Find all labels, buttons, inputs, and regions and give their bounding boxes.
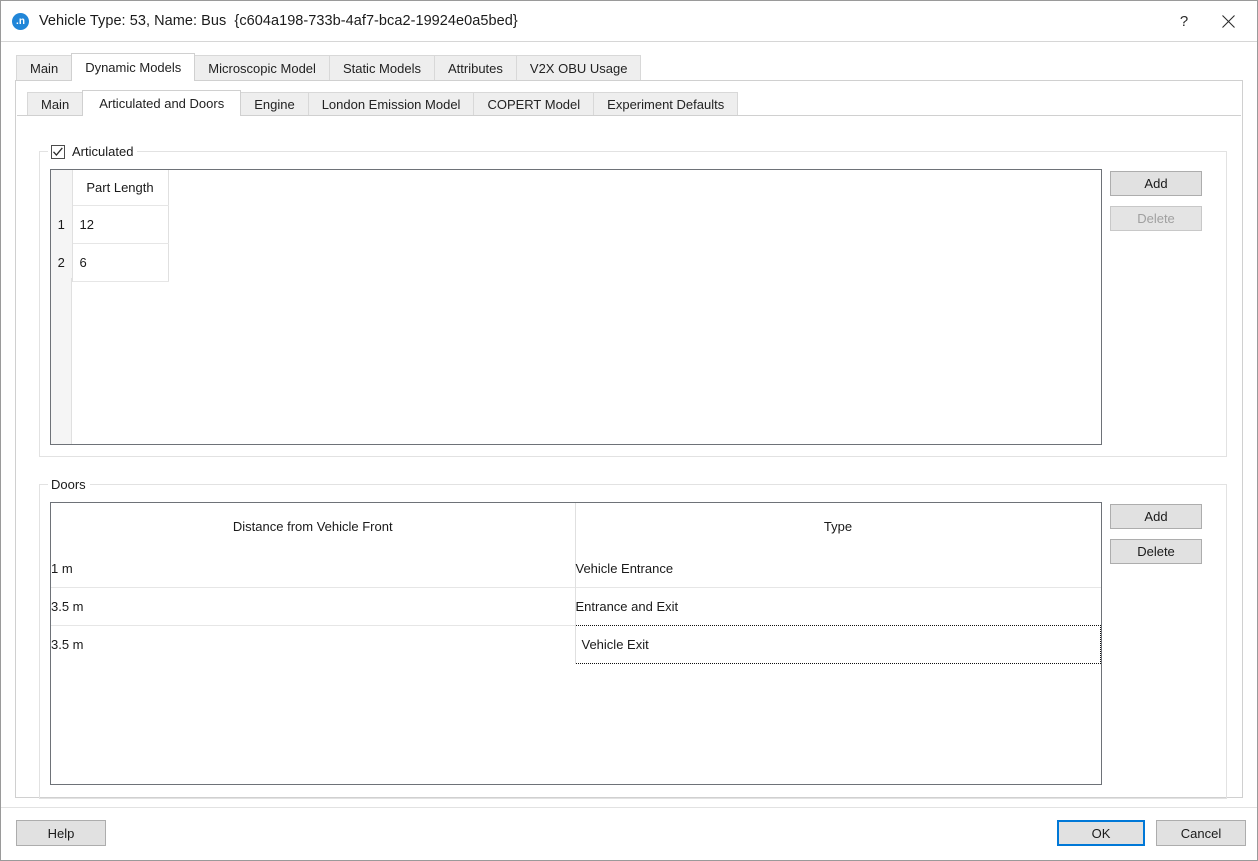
- window-controls: ?: [1163, 1, 1257, 41]
- ok-button[interactable]: OK: [1057, 820, 1145, 846]
- articulated-row-filler: [168, 244, 1101, 282]
- doors-type-cell[interactable]: Vehicle Entrance: [575, 550, 1101, 588]
- subtab-articulated-and-doors[interactable]: Articulated and Doors: [82, 90, 241, 116]
- subtab-experiment-defaults[interactable]: Experiment Defaults: [593, 92, 738, 116]
- window-title: Vehicle Type: 53, Name: Bus {c604a198-73…: [39, 13, 518, 29]
- articulated-col-blank: [168, 170, 1101, 206]
- doors-distance-cell[interactable]: 3.5 m: [51, 626, 575, 664]
- app-logo-glyph: .n: [12, 13, 29, 30]
- help-icon[interactable]: ?: [1163, 1, 1205, 41]
- app-logo-icon: .n: [12, 13, 29, 30]
- articulated-part-length-cell[interactable]: 12: [72, 206, 168, 244]
- articulated-corner-cell: [51, 170, 72, 206]
- doors-type-cell[interactable]: Vehicle Exit: [575, 626, 1101, 664]
- articulated-row-number: 1: [51, 206, 72, 244]
- table-row[interactable]: 3.5 m Vehicle Exit: [51, 626, 1101, 664]
- doors-table[interactable]: Distance from Vehicle Front Type 1 m Veh…: [50, 502, 1102, 785]
- doors-col-type[interactable]: Type: [575, 503, 1101, 550]
- doors-legend-label: Doors: [51, 477, 86, 492]
- subtab-engine[interactable]: Engine: [240, 92, 308, 116]
- dynamic-models-panel: Main Articulated and Doors Engine London…: [15, 80, 1243, 798]
- tab-dynamic-models[interactable]: Dynamic Models: [71, 53, 195, 81]
- table-row[interactable]: 2 6: [51, 244, 1101, 282]
- doors-add-button[interactable]: Add: [1110, 504, 1202, 529]
- articulated-table[interactable]: Part Length 1 12 2: [50, 169, 1102, 445]
- subtab-london-emission-model[interactable]: London Emission Model: [308, 92, 475, 116]
- cancel-button[interactable]: Cancel: [1156, 820, 1246, 846]
- articulated-add-button[interactable]: Add: [1110, 171, 1202, 196]
- close-icon[interactable]: [1205, 1, 1251, 41]
- articulated-delete-button: Delete: [1110, 206, 1202, 231]
- tab-main[interactable]: Main: [16, 55, 72, 81]
- doors-distance-cell[interactable]: 3.5 m: [51, 588, 575, 626]
- articulated-legend-label: Articulated: [72, 144, 133, 159]
- doors-delete-button[interactable]: Delete: [1110, 539, 1202, 564]
- tab-static-models[interactable]: Static Models: [329, 55, 435, 81]
- subtab-main[interactable]: Main: [27, 92, 83, 116]
- outer-tab-bar: Main Dynamic Models Microscopic Model St…: [1, 42, 1257, 81]
- help-button[interactable]: Help: [16, 820, 106, 846]
- doors-distance-cell[interactable]: 1 m: [51, 550, 575, 588]
- dialog-window: .n Vehicle Type: 53, Name: Bus {c604a198…: [0, 0, 1258, 861]
- doors-type-cell[interactable]: Entrance and Exit: [575, 588, 1101, 626]
- tab-microscopic-model[interactable]: Microscopic Model: [194, 55, 330, 81]
- articulated-checkbox[interactable]: [51, 145, 65, 159]
- doors-header-row: Distance from Vehicle Front Type: [51, 503, 1101, 550]
- dialog-footer: Help OK Cancel: [1, 807, 1257, 860]
- articulated-and-doors-content: Articulated Part Length: [17, 115, 1241, 796]
- articulated-legend: Articulated: [48, 143, 137, 160]
- articulated-part-length-cell[interactable]: 6: [72, 244, 168, 282]
- doors-legend: Doors: [48, 476, 90, 493]
- doors-col-distance[interactable]: Distance from Vehicle Front: [51, 503, 575, 550]
- articulated-group: Articulated Part Length: [39, 151, 1227, 457]
- inner-tab-bar: Main Articulated and Doors Engine London…: [16, 81, 1242, 116]
- tab-v2x-obu-usage[interactable]: V2X OBU Usage: [516, 55, 642, 81]
- articulated-rownum-filler: [51, 278, 72, 444]
- table-row[interactable]: 3.5 m Entrance and Exit: [51, 588, 1101, 626]
- articulated-col-part-length[interactable]: Part Length: [72, 170, 168, 206]
- title-bar: .n Vehicle Type: 53, Name: Bus {c604a198…: [1, 1, 1257, 42]
- articulated-header-row: Part Length: [51, 170, 1101, 206]
- articulated-row-filler: [168, 206, 1101, 244]
- articulated-row-number: 2: [51, 244, 72, 282]
- tab-attributes[interactable]: Attributes: [434, 55, 517, 81]
- table-row[interactable]: 1 12: [51, 206, 1101, 244]
- doors-group: Doors Distance from Vehicle Front Type: [39, 484, 1227, 799]
- subtab-copert-model[interactable]: COPERT Model: [473, 92, 594, 116]
- table-row[interactable]: 1 m Vehicle Entrance: [51, 550, 1101, 588]
